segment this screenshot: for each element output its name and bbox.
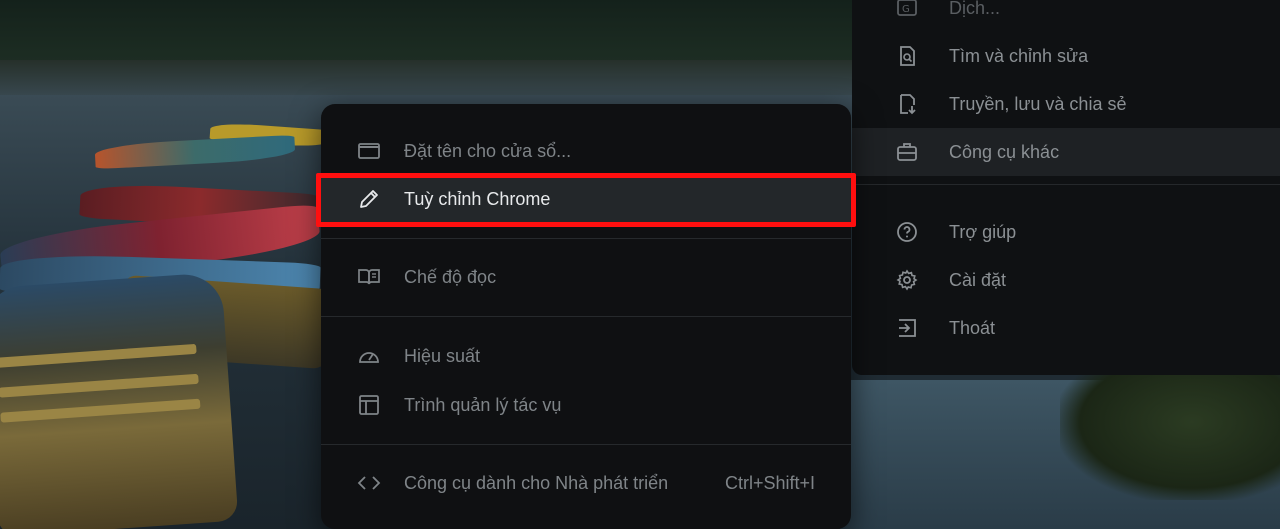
gear-icon — [896, 269, 918, 291]
submenu-divider — [321, 316, 851, 317]
submenu-item-label: Hiệu suất — [404, 345, 481, 366]
find-edit-icon — [896, 45, 918, 67]
menu-item-translate[interactable]: G Dịch... — [852, 0, 1280, 32]
book-icon — [357, 265, 381, 289]
speedometer-icon — [357, 344, 381, 368]
cast-save-share-icon — [896, 93, 918, 115]
translate-icon: G — [896, 0, 918, 19]
submenu-item-label: Trình quản lý tác vụ — [404, 394, 562, 415]
submenu-item-task-manager[interactable]: Trình quản lý tác vụ — [321, 381, 851, 429]
help-icon — [896, 221, 918, 243]
submenu-item-label: Đặt tên cho cửa sổ... — [404, 140, 572, 161]
menu-item-label: Cài đặt — [949, 269, 1007, 290]
submenu-item-label: Công cụ dành cho Nhà phát triển — [404, 472, 669, 493]
submenu-item-customize-chrome[interactable]: Tuỳ chỉnh Chrome — [321, 175, 851, 223]
menu-item-label: Trợ giúp — [949, 221, 1017, 242]
chrome-main-menu: G Dịch... Tìm và chỉnh sửa Truyền, lưu v… — [852, 0, 1280, 375]
submenu-item-performance[interactable]: Hiệu suất — [321, 332, 851, 380]
submenu-item-reading-mode[interactable]: Chế độ đọc — [321, 253, 851, 301]
window-icon — [357, 139, 381, 163]
pencil-icon — [357, 187, 381, 211]
submenu-item-label: Chế độ đọc — [404, 266, 497, 287]
menu-item-label: Dịch... — [949, 0, 1001, 18]
menu-item-find-edit[interactable]: Tìm và chỉnh sửa — [852, 32, 1280, 80]
menu-item-label: Tìm và chỉnh sửa — [949, 45, 1089, 66]
menu-item-label: Truyền, lưu và chia sẻ — [949, 93, 1127, 114]
svg-text:G: G — [902, 4, 910, 15]
task-manager-icon — [357, 393, 381, 417]
exit-icon — [896, 317, 918, 339]
menu-item-label: Thoát — [949, 317, 996, 338]
menu-item-more-tools[interactable]: Công cụ khác — [852, 128, 1280, 176]
submenu-item-label: Tuỳ chỉnh Chrome — [404, 188, 551, 209]
menu-item-help[interactable]: Trợ giúp — [852, 208, 1280, 256]
code-icon — [357, 471, 381, 495]
submenu-item-name-window[interactable]: Đặt tên cho cửa sổ... — [321, 127, 851, 175]
toolbox-icon — [896, 141, 918, 163]
keyboard-shortcut: Ctrl+Shift+I — [724, 472, 815, 493]
menu-item-label: Công cụ khác — [949, 141, 1060, 162]
submenu-divider — [321, 238, 851, 239]
menu-item-exit[interactable]: Thoát — [852, 304, 1280, 352]
menu-item-settings[interactable]: Cài đặt — [852, 256, 1280, 304]
submenu-divider — [321, 444, 851, 445]
submenu-item-developer-tools[interactable]: Công cụ dành cho Nhà phát triển Ctrl+Shi… — [321, 459, 851, 507]
more-tools-submenu: Đặt tên cho cửa sổ... Tuỳ chỉnh Chrome C… — [321, 104, 851, 529]
menu-item-cast-save-share[interactable]: Truyền, lưu và chia sẻ — [852, 80, 1280, 128]
menu-divider — [852, 184, 1280, 185]
